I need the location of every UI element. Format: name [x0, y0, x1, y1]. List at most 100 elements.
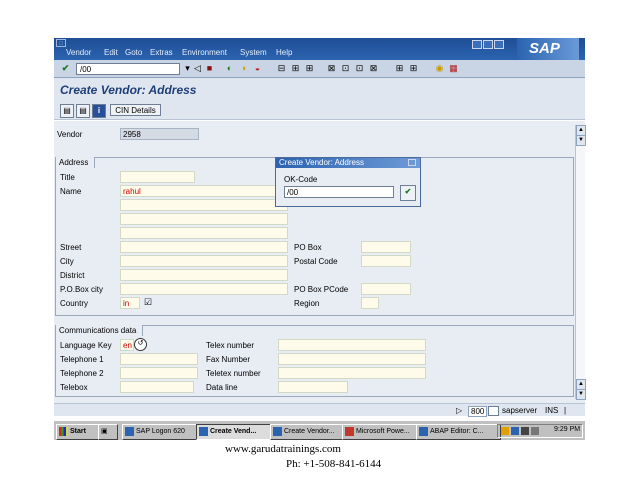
tray-app-icon-4[interactable] [531, 427, 539, 435]
server-name: sapserver [502, 406, 538, 415]
info-icon[interactable]: i [92, 104, 106, 118]
cin-details-button[interactable]: CIN Details [110, 104, 161, 116]
close-window-icon[interactable] [494, 40, 504, 49]
teletex-number-field[interactable] [278, 367, 426, 379]
scroll-up-page-icon[interactable]: ▼ [576, 135, 586, 146]
pobox-pcode-field[interactable] [361, 283, 411, 295]
city-label: City [60, 257, 74, 266]
minimize-icon[interactable] [472, 40, 482, 49]
city-field[interactable] [120, 255, 288, 267]
pobox-pcode-label: PO Box PCode [294, 285, 349, 294]
title-label: Title [60, 173, 75, 182]
print-icon[interactable]: ⊟ [276, 63, 287, 74]
name-field-4[interactable] [120, 227, 288, 239]
task-abap-editor[interactable]: ABAP Editor: C... [416, 424, 501, 440]
menu-edit[interactable]: Edit [104, 48, 118, 57]
data-line-label: Data line [206, 383, 238, 392]
data-line-field[interactable] [278, 381, 348, 393]
address-frame-title: Address [56, 157, 96, 168]
back-arrow-icon[interactable]: ◁ [192, 63, 203, 74]
street-label: Street [60, 243, 82, 252]
popup-confirm-icon[interactable]: ✔ [400, 185, 416, 201]
language-search-help-icon[interactable]: ↺ [134, 338, 147, 351]
fax-number-field[interactable] [278, 353, 426, 365]
create-session-icon[interactable]: ⊞ [394, 63, 405, 74]
layout-menu-icon[interactable]: ▦ [448, 63, 459, 74]
session-dropdown-icon[interactable] [488, 406, 499, 416]
tray-app-icon-3[interactable] [521, 427, 529, 435]
title-bar: Create Vendor: Address [54, 78, 585, 100]
pobox-field[interactable] [361, 241, 411, 253]
menu-system[interactable]: System [240, 48, 267, 57]
maximize-icon[interactable] [483, 40, 493, 49]
telebox-field[interactable] [120, 381, 194, 393]
enter-icon[interactable]: ✔ [60, 63, 71, 74]
district-label: District [60, 271, 85, 280]
exit-icon[interactable]: ◑ [238, 63, 249, 74]
last-page-icon[interactable]: ⊠ [368, 63, 379, 74]
find-icon[interactable]: ⊞ [290, 63, 301, 74]
menu-help[interactable]: Help [276, 48, 292, 57]
shortcut-icon[interactable]: ⊞ [408, 63, 419, 74]
find-next-icon[interactable]: ⊞ [304, 63, 315, 74]
command-field[interactable]: /00 [76, 63, 180, 75]
language-key-field[interactable]: en [120, 339, 134, 351]
sap-window-icon-2 [273, 427, 282, 436]
pobox-label: PO Box [294, 243, 322, 252]
application-toolbar: ▤ ▤ i CIN Details [54, 100, 585, 120]
page-title: Create Vendor: Address [60, 83, 197, 97]
postal-code-field[interactable] [361, 255, 411, 267]
region-field[interactable] [361, 297, 379, 309]
language-key-label: Language Key [60, 341, 112, 350]
help-icon[interactable]: ◉ [434, 63, 445, 74]
menu-bar: □ Vendor Edit Goto Extras Environment Sy… [54, 38, 585, 60]
telephone1-field[interactable] [120, 353, 198, 365]
menu-extras[interactable]: Extras [150, 48, 173, 57]
back-icon[interactable]: ◐ [224, 63, 235, 74]
name-field-1[interactable]: rahul [120, 185, 288, 197]
name-label: Name [60, 187, 82, 196]
previous-page-icon[interactable]: ⊡ [340, 63, 351, 74]
phone-text: Ph: +1-508-841-6144 [286, 458, 382, 470]
status-separator-icon: | [564, 406, 567, 415]
name-field-2[interactable] [120, 199, 288, 211]
sap-menu-icon[interactable]: □ [56, 39, 66, 47]
menu-goto[interactable]: Goto [125, 48, 142, 57]
country-label: Country [60, 299, 89, 308]
sap-logo: SAP [517, 38, 579, 60]
save-icon[interactable]: ■ [204, 63, 215, 74]
telephone2-field[interactable] [120, 367, 198, 379]
street-field[interactable] [120, 241, 288, 253]
menu-vendor[interactable]: Vendor [66, 48, 91, 57]
okcode-field[interactable]: /00 [284, 186, 394, 198]
menu-environment[interactable]: Environment [182, 48, 227, 57]
telex-number-label: Telex number [206, 341, 255, 350]
vertical-scrollbar[interactable]: ▲ ▼ ▲ ▼ [575, 125, 586, 400]
name-field-3[interactable] [120, 213, 288, 225]
tray-app-icon-2[interactable] [511, 427, 519, 435]
status-expand-icon[interactable]: ▷ [456, 406, 462, 415]
telex-number-field[interactable] [278, 339, 426, 351]
country-search-help-icon[interactable]: ☑ [144, 297, 152, 308]
next-screen-icon[interactable]: ▤ [60, 104, 74, 118]
title-field[interactable] [120, 171, 195, 183]
tray-app-icon-1[interactable] [501, 427, 509, 435]
popup-title: Create Vendor: Address [276, 158, 420, 168]
previous-screen-icon[interactable]: ▤ [76, 104, 90, 118]
first-page-icon[interactable]: ⊠ [326, 63, 337, 74]
pobox-city-field[interactable] [120, 283, 288, 295]
popup-close-icon[interactable] [408, 159, 416, 166]
powerpoint-icon [345, 427, 354, 436]
start-label: Start [70, 428, 86, 435]
telephone1-label: Telephone 1 [60, 355, 104, 364]
cancel-icon[interactable]: ◒ [252, 63, 263, 74]
show-desktop-icon[interactable]: ▣ [98, 424, 118, 440]
next-page-icon[interactable]: ⊡ [354, 63, 365, 74]
session-number: 800 [468, 406, 488, 417]
standard-toolbar: ✔ /00 ▾ ◁ ■ ◐ ◑ ◒ ⊟ ⊞ ⊞ ⊠ ⊡ ⊡ ⊠ ⊞ ⊞ ◉ ▦ [54, 60, 585, 78]
sap-logon-icon [125, 427, 134, 436]
district-field[interactable] [120, 269, 288, 281]
fax-number-label: Fax Number [206, 355, 251, 364]
scroll-down-icon[interactable]: ▼ [576, 389, 586, 400]
country-field[interactable]: in [120, 297, 140, 309]
